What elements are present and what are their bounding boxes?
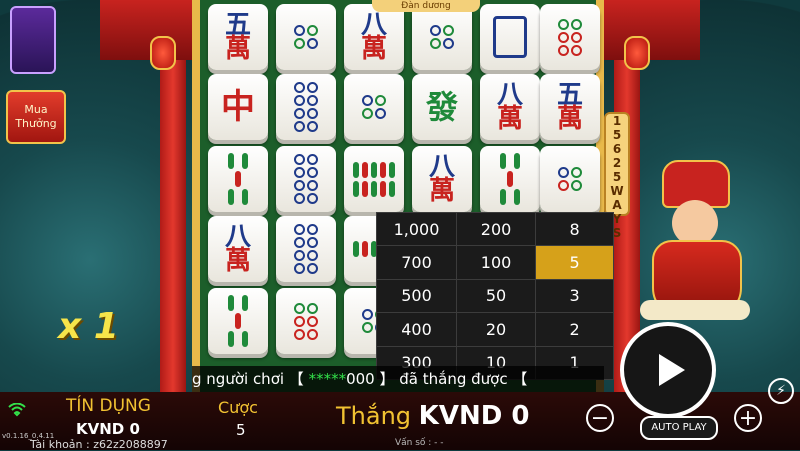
bet-selector-popup: 1,000 200 8 700 100 5 500 50 3 400 20 2 300 10 1 xyxy=(376,211,614,381)
tile-bamboo-m xyxy=(344,146,404,212)
buy-feature-button[interactable]: Mua Thưởng xyxy=(6,90,66,144)
bet-label: Cược xyxy=(218,398,258,417)
tile-circle4 xyxy=(344,74,404,140)
tile-wan5: 五萬 xyxy=(540,74,600,140)
bet-row: 500 50 3 xyxy=(376,278,614,314)
tile-red-dragon: 中 xyxy=(208,74,268,140)
bet-option[interactable]: 1,000 xyxy=(376,211,457,247)
bet-option[interactable]: 2 xyxy=(535,312,614,347)
bet-option[interactable]: 50 xyxy=(455,278,537,314)
round-number: Vấn số : - - xyxy=(395,438,444,448)
game-menu-icon[interactable] xyxy=(10,6,56,74)
credit-value: KVND 0 xyxy=(76,420,140,438)
bet-option[interactable]: 8 xyxy=(535,211,614,247)
multiplier-display: x 1 xyxy=(58,306,119,347)
tile-circle4 xyxy=(412,4,472,70)
increase-bet-button[interactable]: + xyxy=(734,404,762,432)
tile-wan8: 八萬 xyxy=(344,4,404,70)
bet-option[interactable]: 500 xyxy=(376,278,457,314)
bet-value[interactable]: 5 xyxy=(236,421,246,439)
top-badge: Đàn dương xyxy=(372,0,480,12)
bet-row: 700 100 5 xyxy=(376,245,614,280)
tile-wan8: 八萬 xyxy=(208,216,268,282)
left-pillar xyxy=(160,60,186,400)
tile-circle8 xyxy=(276,146,336,212)
fortune-god-character xyxy=(640,160,750,320)
tile-circle8 xyxy=(276,216,336,282)
bet-row: 1,000 200 8 xyxy=(376,211,614,247)
decrease-bet-button[interactable]: − xyxy=(586,404,614,432)
tile-green-dragon: 發 xyxy=(412,74,472,140)
tile-bamboo5 xyxy=(208,288,268,354)
tile-circle8 xyxy=(276,74,336,140)
tile-circle6 xyxy=(540,4,600,70)
tile-circle5 xyxy=(540,146,600,212)
win-display: Thắng KVND 0 xyxy=(336,401,530,431)
tile-bamboo5 xyxy=(208,146,268,212)
bet-option[interactable]: 3 xyxy=(535,278,614,314)
left-lantern xyxy=(150,36,176,70)
bet-option[interactable]: 100 xyxy=(455,245,537,280)
spin-button[interactable] xyxy=(620,322,716,418)
tile-white-dragon xyxy=(480,4,540,70)
bet-option[interactable]: 200 xyxy=(455,211,537,247)
bet-option[interactable]: 700 xyxy=(376,245,457,280)
credit-label: TÍN DỤNG xyxy=(66,396,151,416)
play-icon xyxy=(659,354,685,386)
bet-option[interactable]: 5 xyxy=(535,245,614,280)
autoplay-button[interactable]: AUTO PLAY xyxy=(640,416,718,440)
bet-row: 400 20 2 xyxy=(376,312,614,347)
tile-bamboo5 xyxy=(480,146,540,212)
tile-circle4 xyxy=(276,4,336,70)
ways-indicator: 15625WAYS xyxy=(604,112,630,240)
bet-option[interactable]: 20 xyxy=(455,312,537,347)
tile-wan8: 八萬 xyxy=(412,146,472,212)
turbo-icon[interactable]: ⚡ xyxy=(768,378,794,404)
tile-wan8: 八萬 xyxy=(480,74,540,140)
tile-circle6 xyxy=(276,288,336,354)
wifi-icon xyxy=(8,402,26,421)
tile-wan5: 五萬 xyxy=(208,4,268,70)
winner-ticker: g người chơi 【 *****000 】 đã thắng được … xyxy=(192,366,604,392)
account-info: Tài khoản : z62z2088897 xyxy=(30,438,168,451)
right-lantern xyxy=(624,36,650,70)
bet-option[interactable]: 400 xyxy=(376,312,457,347)
